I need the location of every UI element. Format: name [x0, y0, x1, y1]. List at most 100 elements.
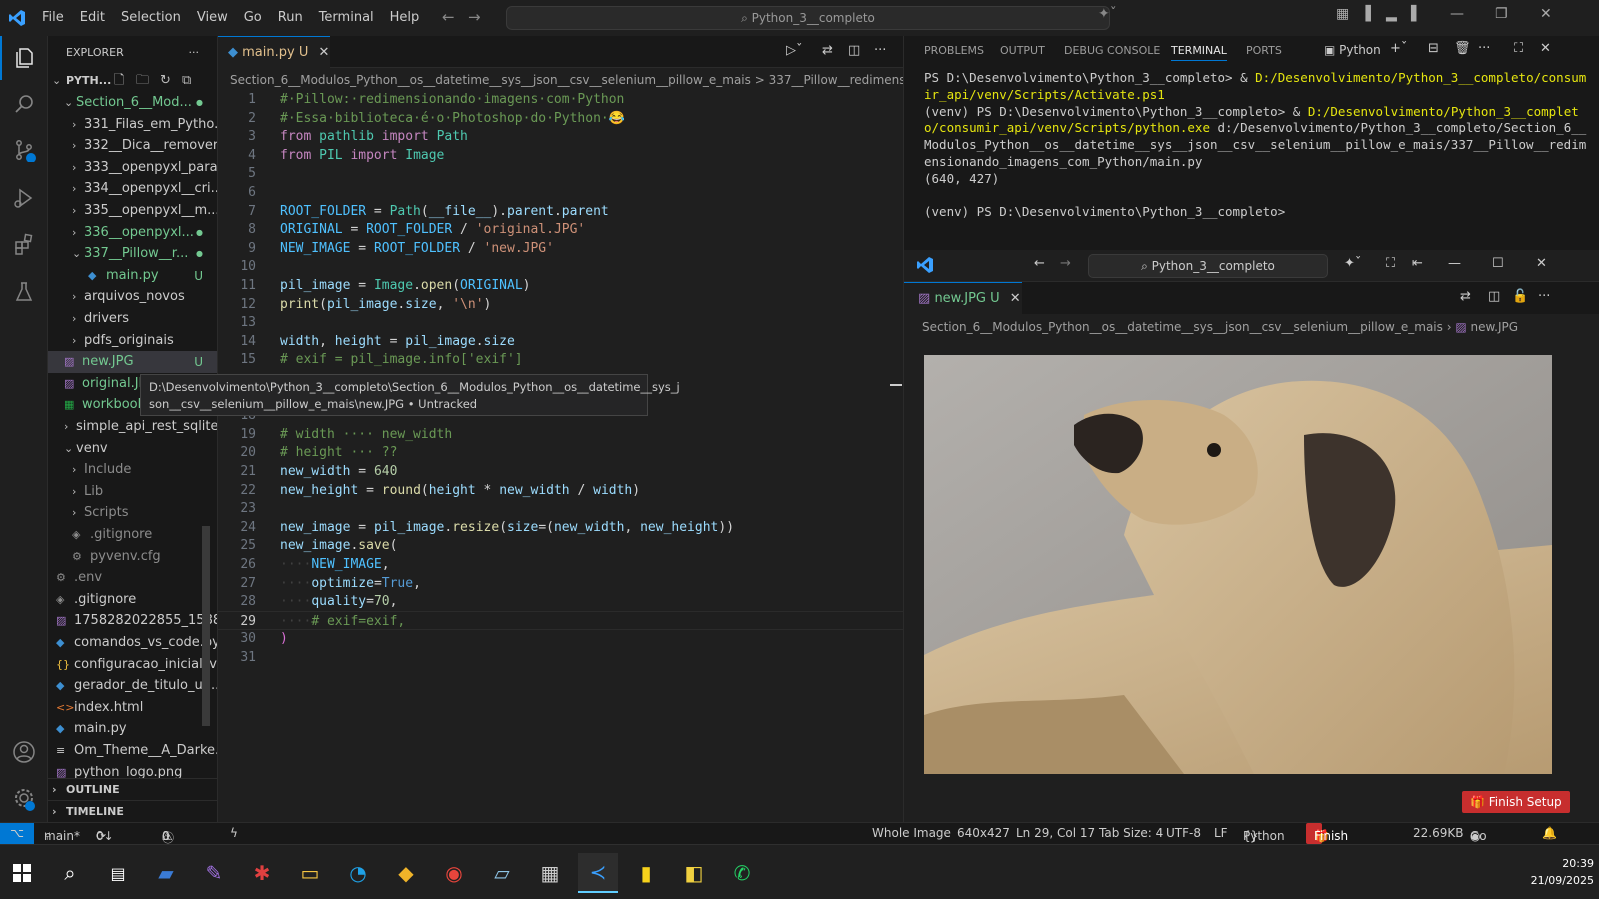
- close-tab-icon[interactable]: ✕: [1010, 291, 1021, 306]
- split-terminal-icon[interactable]: ⊟: [1428, 41, 1439, 56]
- tree-item[interactable]: ▨ new.JPG U: [48, 351, 217, 374]
- new-terminal-icon[interactable]: +ˇ: [1390, 41, 1407, 56]
- split-editor-icon[interactable]: ◫: [1488, 289, 1500, 304]
- more-actions-icon[interactable]: ···: [189, 36, 200, 70]
- maximize-icon[interactable]: ☐: [1492, 256, 1504, 271]
- lock-icon[interactable]: 🔓: [1512, 289, 1528, 304]
- clock[interactable]: 20:39 21/09/2025: [1498, 855, 1594, 889]
- tab-ports[interactable]: PORTS: [1246, 44, 1282, 57]
- tree-item[interactable]: ◆ main.py: [48, 718, 217, 740]
- tree-item[interactable]: › drivers: [48, 308, 217, 330]
- run-debug-icon[interactable]: [0, 176, 48, 220]
- tree-item[interactable]: › 334__openpyxl__cri...: [48, 178, 217, 200]
- whatsapp-icon[interactable]: ✆: [722, 853, 762, 893]
- notifications-bell-icon[interactable]: 🔔: [1542, 826, 1557, 840]
- collapse-all-icon[interactable]: ⧉: [182, 70, 191, 92]
- source-control-icon[interactable]: [0, 128, 48, 172]
- tree-item[interactable]: ⚙ pyvenv.cfg: [48, 546, 217, 568]
- restore-icon[interactable]: ❐: [1495, 6, 1508, 22]
- task-view-icon[interactable]: ▤: [98, 853, 138, 893]
- tree-item[interactable]: ◆ comandos_vs_code.py: [48, 632, 217, 654]
- tree-item[interactable]: › pdfs_originais: [48, 330, 217, 352]
- tab-output[interactable]: OUTPUT: [1000, 44, 1045, 57]
- close-tab-icon[interactable]: ✕: [319, 45, 330, 60]
- search-icon[interactable]: ⌕: [50, 853, 90, 893]
- tab-terminal[interactable]: TERMINAL: [1171, 44, 1227, 61]
- lightning-icon[interactable]: ϟ: [230, 826, 238, 840]
- tab-main-py[interactable]: ◆ main.py U ✕: [218, 36, 330, 68]
- pin-icon[interactable]: ⇤: [1412, 256, 1423, 271]
- trash-icon[interactable]: 🗑: [1454, 41, 1471, 56]
- toggle-panel-icon[interactable]: ▂: [1386, 6, 1397, 22]
- workspace-root[interactable]: ⌄ PYTH... 🗋 🗀 ↻ ⧉: [48, 70, 217, 92]
- tree-item[interactable]: <> index.html: [48, 697, 217, 719]
- gitkraken-icon[interactable]: ◆: [386, 853, 426, 893]
- maximize-panel-icon[interactable]: ⛶: [1514, 41, 1523, 56]
- copilot-icon[interactable]: ✦ˇ: [1098, 6, 1117, 22]
- split-editor-icon[interactable]: ◫: [848, 43, 860, 58]
- finish-setup-status[interactable]: 🎁 Finish Setup: [1306, 823, 1349, 864]
- new-file-icon[interactable]: 🗋: [114, 70, 124, 92]
- finish-setup-button[interactable]: 🎁 Finish Setup: [1462, 791, 1570, 813]
- fullscreen-icon[interactable]: ⛶: [1386, 256, 1395, 271]
- toggle-secondary-sidebar-icon[interactable]: ▌: [1411, 6, 1422, 22]
- compare-changes-icon[interactable]: ⇄: [1460, 289, 1471, 304]
- tree-item[interactable]: ⌄ 337__Pillow__r... ●: [48, 243, 217, 265]
- customize-layout-icon[interactable]: ▦: [1336, 6, 1349, 22]
- tree-item[interactable]: ⌄ Section_6__Mod... ●: [48, 92, 217, 114]
- forward-arrow-icon[interactable]: →: [1060, 256, 1071, 271]
- windows-start-icon[interactable]: [2, 853, 42, 893]
- back-arrow-icon[interactable]: ←: [1034, 256, 1045, 271]
- vscode-taskbar-icon[interactable]: ≺: [578, 853, 618, 893]
- minimize-icon[interactable]: —: [1448, 256, 1461, 271]
- menu-help[interactable]: Help: [382, 0, 428, 36]
- tab-debug-console[interactable]: DEBUG CONSOLE: [1064, 44, 1160, 57]
- tab-new-jpg[interactable]: ▨ new.JPG U ✕: [904, 282, 1022, 314]
- cursor-position[interactable]: Ln 29, Col 17: [1016, 826, 1095, 840]
- extensions-icon[interactable]: [0, 222, 48, 266]
- tree-item[interactable]: ⚙ .env: [48, 567, 217, 589]
- run-file-icon[interactable]: ▷ˇ: [786, 43, 803, 58]
- menu-file[interactable]: File: [34, 0, 72, 36]
- tree-item[interactable]: › arquivos_novos: [48, 286, 217, 308]
- chrome-icon[interactable]: ◉: [434, 853, 474, 893]
- tree-item[interactable]: {} configuracao_inicial_v...: [48, 654, 217, 676]
- tree-item[interactable]: ≡ Om_Theme__A_Darke...: [48, 740, 217, 762]
- zoom-status[interactable]: Whole Image: [872, 826, 951, 840]
- tree-item[interactable]: › 331_Filas_em_Pytho...: [48, 114, 217, 136]
- terminal-output[interactable]: PS D:\Desenvolvimento\Python_3__completo…: [924, 70, 1592, 221]
- tree-item[interactable]: › simple_api_rest_sqlite...: [48, 416, 217, 438]
- tree-item[interactable]: ⌄ venv: [48, 438, 217, 460]
- copilot-icon[interactable]: ✦ˇ: [1344, 256, 1361, 271]
- testing-icon[interactable]: [0, 270, 48, 314]
- encoding[interactable]: UTF-8: [1166, 826, 1201, 840]
- tab-size[interactable]: Tab Size: 4: [1099, 826, 1163, 840]
- back-arrow-icon[interactable]: ←: [442, 8, 455, 26]
- tree-item[interactable]: › Lib: [48, 481, 217, 503]
- tab-problems[interactable]: PROBLEMS: [924, 44, 984, 57]
- accounts-icon[interactable]: [0, 730, 48, 774]
- tree-item[interactable]: › Include: [48, 459, 217, 481]
- tree-item[interactable]: › Scripts: [48, 502, 217, 524]
- menu-terminal[interactable]: Terminal: [311, 0, 382, 36]
- terminal-shell-selector[interactable]: ▣ Python: [1324, 43, 1381, 57]
- timeline-section[interactable]: › TIMELINE: [48, 800, 217, 822]
- sidebar-scrollbar[interactable]: [202, 526, 210, 726]
- command-center-search[interactable]: ⌕ Python_3__completo: [506, 6, 1110, 30]
- preview-search-box[interactable]: ⌕ Python_3__completo: [1088, 254, 1328, 278]
- explorer-icon[interactable]: [0, 36, 48, 80]
- sticky-notes-icon[interactable]: ▮: [626, 853, 666, 893]
- forward-arrow-icon[interactable]: →: [468, 8, 481, 26]
- settings-gear-icon[interactable]: [0, 776, 48, 820]
- tree-item[interactable]: ◆ gerador_de_titulo_un...: [48, 675, 217, 697]
- minimize-icon[interactable]: —: [1450, 6, 1464, 22]
- file-explorer-icon[interactable]: ▭: [290, 853, 330, 893]
- menu-run[interactable]: Run: [270, 0, 311, 36]
- more-actions-icon[interactable]: ···: [874, 43, 886, 58]
- tree-item[interactable]: › 333__openpyxl_para...: [48, 157, 217, 179]
- preview-breadcrumb[interactable]: Section_6__Modulos_Python__os__datetime_…: [904, 314, 1599, 340]
- outline-section[interactable]: › OUTLINE: [48, 778, 217, 800]
- tree-item[interactable]: › 335__openpyxl__m...: [48, 200, 217, 222]
- xmind-icon[interactable]: ✱: [242, 853, 282, 893]
- close-window-icon[interactable]: ✕: [1536, 256, 1547, 271]
